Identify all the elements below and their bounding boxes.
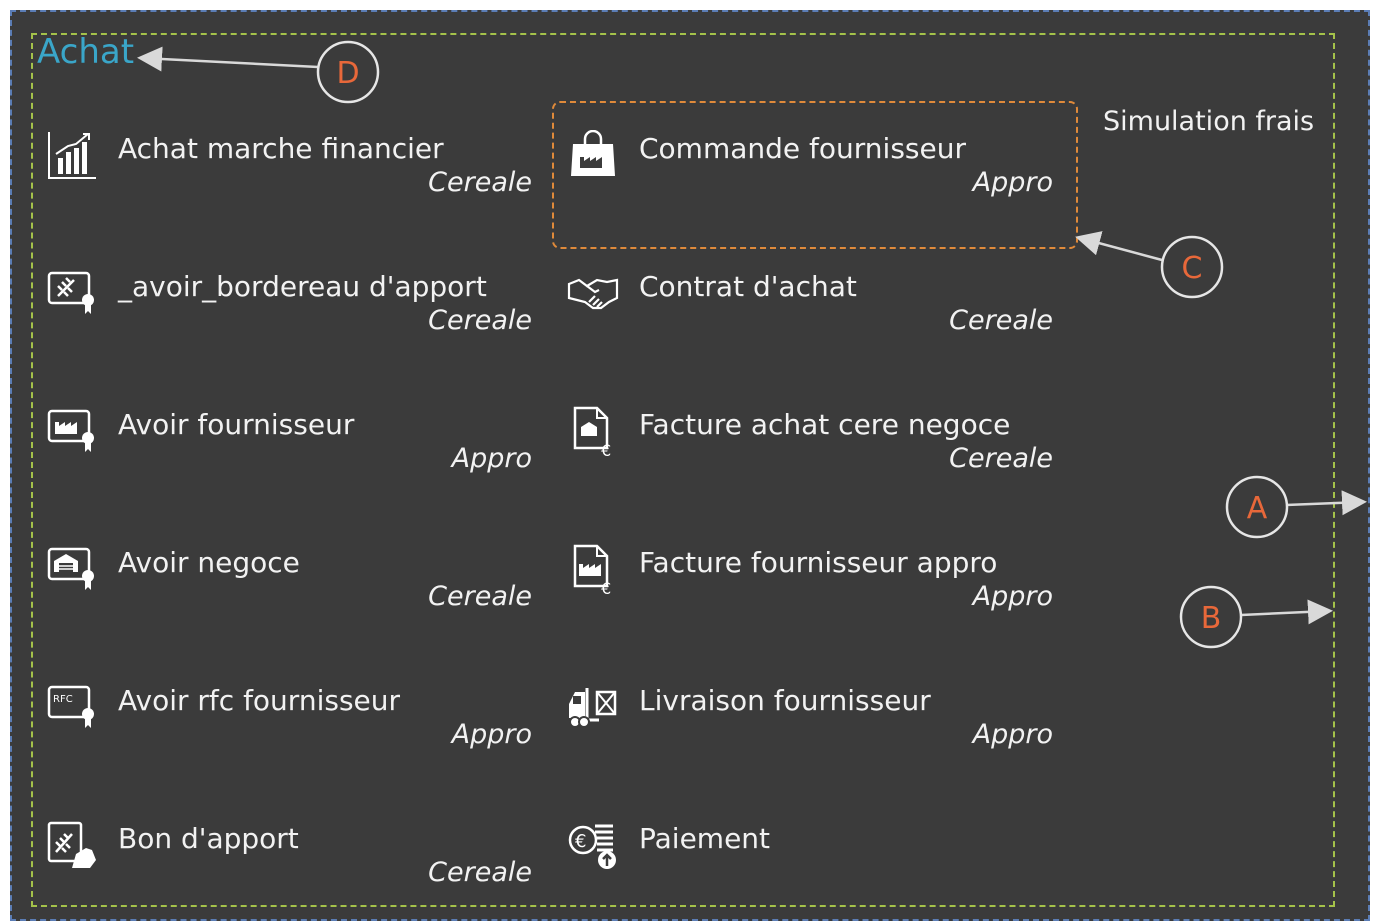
annotation-overlay: D C A B: [137, 40, 1367, 649]
callout-c-label: C: [1182, 251, 1203, 286]
callout-b: B: [1179, 585, 1333, 649]
callout-d-label: D: [336, 56, 359, 91]
callout-a: A: [1225, 475, 1367, 539]
callout-b-label: B: [1201, 601, 1222, 636]
callout-c: C: [1075, 231, 1224, 299]
callout-d: D: [137, 40, 380, 104]
callout-a-label: A: [1247, 491, 1268, 526]
